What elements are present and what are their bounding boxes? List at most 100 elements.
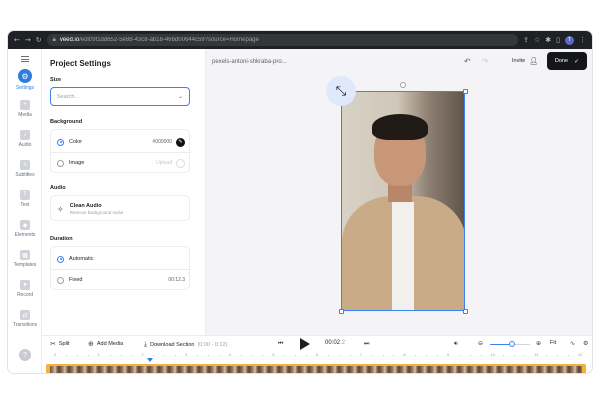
ruler-dot bbox=[196, 355, 198, 356]
rail-item-subtitles[interactable]: ≡ Subtitles bbox=[8, 160, 42, 178]
project-filename[interactable]: pexels-antoni-shkraba-pro... bbox=[212, 59, 287, 65]
waveform-icon[interactable]: ∿ bbox=[570, 340, 575, 347]
rail-item-record[interactable]: ● Record bbox=[8, 280, 42, 298]
background-label: Background bbox=[50, 119, 83, 125]
more-options-icon[interactable]: ⋮ bbox=[579, 36, 586, 44]
rail-item-templates[interactable]: ▦ Templates bbox=[8, 250, 42, 268]
ruler-tick: 3 bbox=[185, 352, 188, 357]
resize-arrows-icon[interactable]: ⤡ bbox=[326, 76, 356, 106]
zoom-slider-knob[interactable] bbox=[509, 341, 515, 347]
undo-icon[interactable]: ↶ bbox=[464, 57, 471, 66]
zoom-in-icon[interactable]: ⊕ bbox=[536, 340, 541, 347]
playhead[interactable] bbox=[147, 358, 153, 362]
clean-audio-subtitle: Remove background noise bbox=[69, 210, 124, 215]
rail-item-audio[interactable]: ♪ Audio bbox=[8, 130, 42, 148]
rail-item-text[interactable]: T Text bbox=[8, 190, 42, 208]
color-picker-icon[interactable]: ✎ bbox=[176, 137, 185, 147]
invite-button[interactable]: Invite 👤︎ bbox=[506, 53, 544, 69]
help-icon[interactable]: ? bbox=[19, 349, 31, 361]
ruler-dot bbox=[393, 355, 395, 356]
done-label: Done bbox=[554, 58, 569, 64]
forward-icon[interactable]: → bbox=[25, 36, 31, 44]
radio-automatic[interactable] bbox=[57, 255, 64, 263]
transitions-icon: ⇄ bbox=[20, 310, 30, 320]
ruler-dot bbox=[207, 355, 209, 356]
ruler-tick: 12 bbox=[578, 352, 583, 357]
resize-handle-bottom-left[interactable] bbox=[339, 309, 344, 314]
rail-label: Templates bbox=[13, 262, 37, 268]
ruler-dot bbox=[153, 355, 155, 356]
timeline-settings-icon[interactable]: ⚙ bbox=[583, 340, 588, 347]
rail-item-transitions[interactable]: ⇄ Transitions bbox=[8, 310, 42, 328]
radio-color[interactable] bbox=[57, 138, 64, 146]
fit-label: Fit bbox=[550, 340, 557, 346]
add-circle-icon: ⊕ bbox=[88, 340, 94, 348]
timeline-ruler[interactable]: 0 1 2 3 4 5 6 7 8 9 10 11 12 bbox=[42, 351, 592, 361]
rail-label: Text bbox=[20, 202, 30, 208]
radio-image[interactable] bbox=[57, 159, 64, 167]
add-media-label: Add Media bbox=[96, 341, 124, 347]
person-hair bbox=[372, 114, 428, 140]
ruler-dot bbox=[76, 355, 78, 356]
skip-back-icon[interactable]: ⏮ bbox=[278, 340, 283, 348]
sidebar-icon[interactable]: ▯ bbox=[556, 36, 560, 44]
zoom-out-icon[interactable]: ⊖ bbox=[478, 340, 483, 347]
download-range: (0:00 - 0:12) bbox=[197, 341, 228, 348]
rail-label: Record bbox=[16, 292, 34, 298]
editor-topbar: pexels-antoni-shkraba-pro... ↶ ↷ Invite … bbox=[206, 49, 592, 75]
ruler-dot bbox=[371, 355, 373, 356]
back-icon[interactable]: ← bbox=[14, 36, 20, 44]
ruler-dot bbox=[426, 355, 428, 356]
rotate-handle[interactable] bbox=[400, 82, 406, 88]
skip-forward-icon[interactable]: ⏭ bbox=[364, 340, 369, 348]
subtitles-icon: ≡ bbox=[20, 160, 30, 170]
rail-label: Audio bbox=[18, 142, 32, 148]
zoom-slider[interactable] bbox=[490, 341, 530, 347]
ruler-tick: 7 bbox=[359, 352, 362, 357]
fixed-option[interactable]: Fixed 00:12.3 bbox=[51, 270, 191, 290]
clean-audio-card[interactable]: ✧ Clean Audio Remove background noise bbox=[50, 195, 190, 221]
upload-link[interactable]: Upload bbox=[156, 160, 172, 166]
ruler-dot bbox=[87, 355, 89, 356]
rail-item-media[interactable]: + Media bbox=[8, 100, 42, 118]
share-icon[interactable]: ⇪ bbox=[523, 36, 529, 44]
redo-icon[interactable]: ↷ bbox=[482, 57, 489, 66]
size-select[interactable]: Search... ⌄ bbox=[50, 87, 190, 106]
ruler-tick: 0 bbox=[54, 352, 57, 357]
play-icon[interactable] bbox=[300, 338, 310, 350]
address-bar[interactable]: 🔒︎ veed.io/edit/9f1dd652-5e88-43c8-ab18-… bbox=[46, 34, 519, 46]
radio-fixed[interactable] bbox=[57, 276, 64, 284]
ruler-tick: 9 bbox=[447, 352, 450, 357]
ruler-dot bbox=[251, 355, 253, 356]
video-preview[interactable] bbox=[341, 91, 465, 311]
ruler-dot bbox=[502, 355, 504, 356]
rail-item-elements[interactable]: ◆ Elements bbox=[8, 220, 42, 238]
video-clip-track[interactable] bbox=[46, 364, 586, 373]
menu-icon[interactable] bbox=[21, 56, 29, 62]
ruler-tick: 11 bbox=[534, 352, 539, 357]
add-media-button[interactable]: ⊕ Add Media bbox=[88, 340, 123, 348]
volume-icon[interactable]: 🔊︎ bbox=[454, 340, 458, 348]
resize-handle-top-right[interactable] bbox=[463, 89, 468, 94]
rail-label: Subtitles bbox=[15, 172, 35, 178]
extensions-icon[interactable]: ✱ bbox=[545, 36, 551, 44]
automatic-option[interactable]: Automatic bbox=[51, 249, 191, 269]
ruler-dot bbox=[524, 355, 526, 356]
resize-handle-bottom-right[interactable] bbox=[463, 309, 468, 314]
profile-avatar[interactable]: T bbox=[565, 35, 574, 45]
done-button[interactable]: Done ✓ bbox=[547, 52, 587, 70]
image-option[interactable]: Image Upload bbox=[51, 153, 191, 173]
color-option[interactable]: Color #000000 ✎ bbox=[51, 132, 191, 152]
fit-button[interactable]: Fit bbox=[550, 340, 556, 346]
reload-icon[interactable]: ↻ bbox=[36, 36, 42, 44]
sparkle-icon: ✧ bbox=[57, 204, 64, 214]
ruler-dot bbox=[284, 355, 286, 356]
bookmark-star-icon[interactable]: ☆ bbox=[534, 36, 540, 44]
ruler-dot bbox=[557, 355, 559, 356]
clean-audio-row: ✧ Clean Audio Remove background noise bbox=[51, 199, 191, 219]
ruler-tick: 6 bbox=[316, 352, 319, 357]
download-section-button[interactable]: ⤓ Download Section (0:00 - 0:12) bbox=[144, 340, 227, 349]
split-button[interactable]: ✂ Split bbox=[50, 340, 70, 348]
rail-item-settings[interactable]: ⚙ Settings bbox=[8, 69, 42, 91]
chevron-down-icon: ⌄ bbox=[177, 94, 183, 100]
